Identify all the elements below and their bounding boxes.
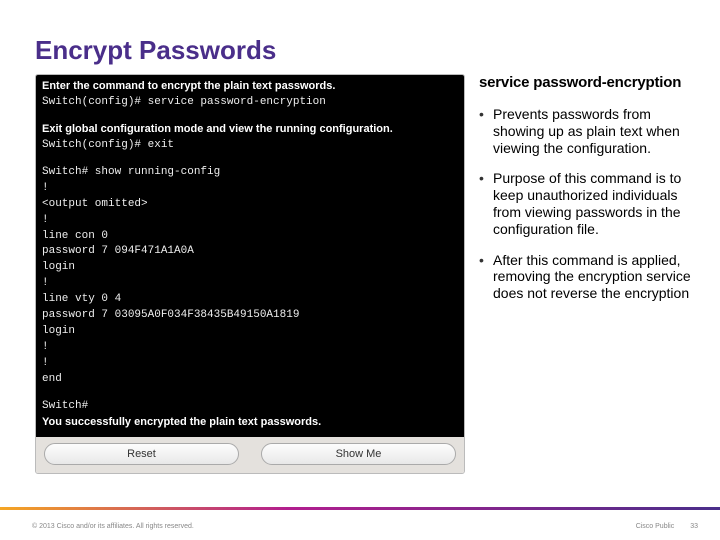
- terminal-line: line con 0: [42, 229, 458, 245]
- terminal-panel: Enter the command to encrypt the plain t…: [35, 74, 465, 474]
- command-name: service password-encryption: [479, 74, 700, 92]
- page-number: 33: [690, 523, 698, 530]
- terminal-line: password 7 094F471A1A0A: [42, 244, 458, 260]
- terminal-line: login: [42, 324, 458, 340]
- reset-button[interactable]: Reset: [44, 443, 239, 465]
- terminal-success: You successfully encrypted the plain tex…: [42, 415, 458, 431]
- terminal-instruction: Exit global configuration mode and view …: [42, 122, 458, 138]
- bullet-list: Prevents passwords from showing up as pl…: [479, 106, 700, 302]
- terminal-instruction: Enter the command to encrypt the plain t…: [42, 79, 458, 95]
- terminal-line: line vty 0 4: [42, 292, 458, 308]
- confidentiality-label: Cisco Public: [636, 523, 675, 530]
- bullet-item: After this command is applied, removing …: [479, 252, 700, 302]
- terminal-line: <output omitted>: [42, 197, 458, 213]
- bullet-item: Prevents passwords from showing up as pl…: [479, 106, 700, 156]
- terminal-line: Switch(config)# service password-encrypt…: [42, 95, 458, 111]
- terminal-line: !: [42, 340, 458, 356]
- terminal-line: login: [42, 260, 458, 276]
- main-content-row: Enter the command to encrypt the plain t…: [0, 66, 720, 474]
- terminal-line: password 7 03095A0F034F38435B49150A1819: [42, 308, 458, 324]
- showme-button[interactable]: Show Me: [261, 443, 456, 465]
- copyright-text: © 2013 Cisco and/or its affiliates. All …: [32, 523, 194, 530]
- terminal-line: Switch#: [42, 399, 458, 415]
- terminal-line: end: [42, 372, 458, 388]
- terminal-line: Switch(config)# exit: [42, 138, 458, 154]
- terminal-line: !: [42, 356, 458, 372]
- bullet-item: Purpose of this command is to keep unaut…: [479, 170, 700, 237]
- footer: © 2013 Cisco and/or its affiliates. All …: [0, 523, 720, 530]
- terminal-output: Enter the command to encrypt the plain t…: [36, 75, 464, 437]
- terminal-line: !: [42, 181, 458, 197]
- terminal-line: Switch# show running-config: [42, 165, 458, 181]
- terminal-line: !: [42, 213, 458, 229]
- accent-divider: [0, 507, 720, 510]
- slide-title: Encrypt Passwords: [0, 0, 720, 66]
- explanation-column: service password-encryption Prevents pas…: [479, 74, 700, 474]
- button-bar: Reset Show Me: [36, 437, 464, 473]
- terminal-line: !: [42, 276, 458, 292]
- slide: Encrypt Passwords Enter the command to e…: [0, 0, 720, 540]
